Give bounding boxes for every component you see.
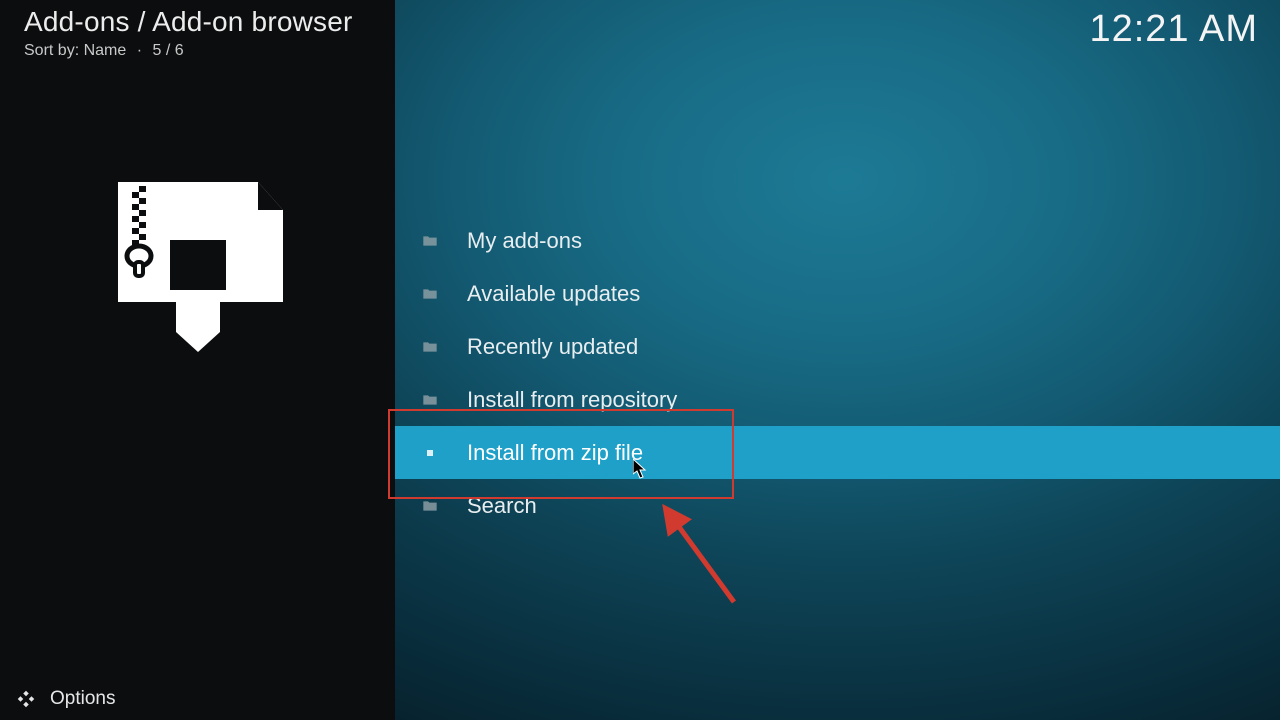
folder-icon: [419, 338, 441, 356]
menu-item-label: Install from zip file: [467, 440, 643, 466]
left-pane: Add-ons / Add-on browser Sort by: Name ·…: [0, 0, 395, 720]
options-gear-icon: [14, 687, 38, 711]
position-index: 5 / 6: [153, 42, 184, 59]
menu-item-my-addons[interactable]: My add-ons: [395, 214, 1280, 267]
menu-item-recently-updated[interactable]: Recently updated: [395, 320, 1280, 373]
folder-icon: [419, 285, 441, 303]
folder-icon: [419, 232, 441, 250]
menu-item-install-from-repository[interactable]: Install from repository: [395, 373, 1280, 426]
menu-item-search[interactable]: Search: [395, 479, 1280, 532]
breadcrumb: Add-ons / Add-on browser: [24, 6, 353, 38]
menu-item-label: Recently updated: [467, 334, 638, 360]
separator-dot: ·: [137, 42, 142, 59]
menu-item-label: My add-ons: [467, 228, 582, 254]
sort-prefix: Sort by:: [24, 42, 79, 59]
sort-line: Sort by: Name · 5 / 6: [24, 42, 184, 60]
menu-item-label: Search: [467, 493, 537, 519]
menu-item-available-updates[interactable]: Available updates: [395, 267, 1280, 320]
clock: 12:21 AM: [1089, 8, 1258, 51]
menu: My add-ons Available updates Recently upda…: [395, 214, 1280, 532]
menu-item-install-from-zip[interactable]: Install from zip file: [395, 426, 1280, 479]
menu-item-label: Available updates: [467, 281, 640, 307]
menu-item-label: Install from repository: [467, 387, 677, 413]
sort-field: Name: [84, 42, 127, 59]
options-label: Options: [50, 688, 115, 710]
folder-icon: [419, 497, 441, 515]
folder-icon: [419, 391, 441, 409]
zip-icon: [419, 444, 441, 462]
footer-options[interactable]: Options: [0, 678, 395, 720]
addon-browser-icon: [108, 182, 288, 352]
